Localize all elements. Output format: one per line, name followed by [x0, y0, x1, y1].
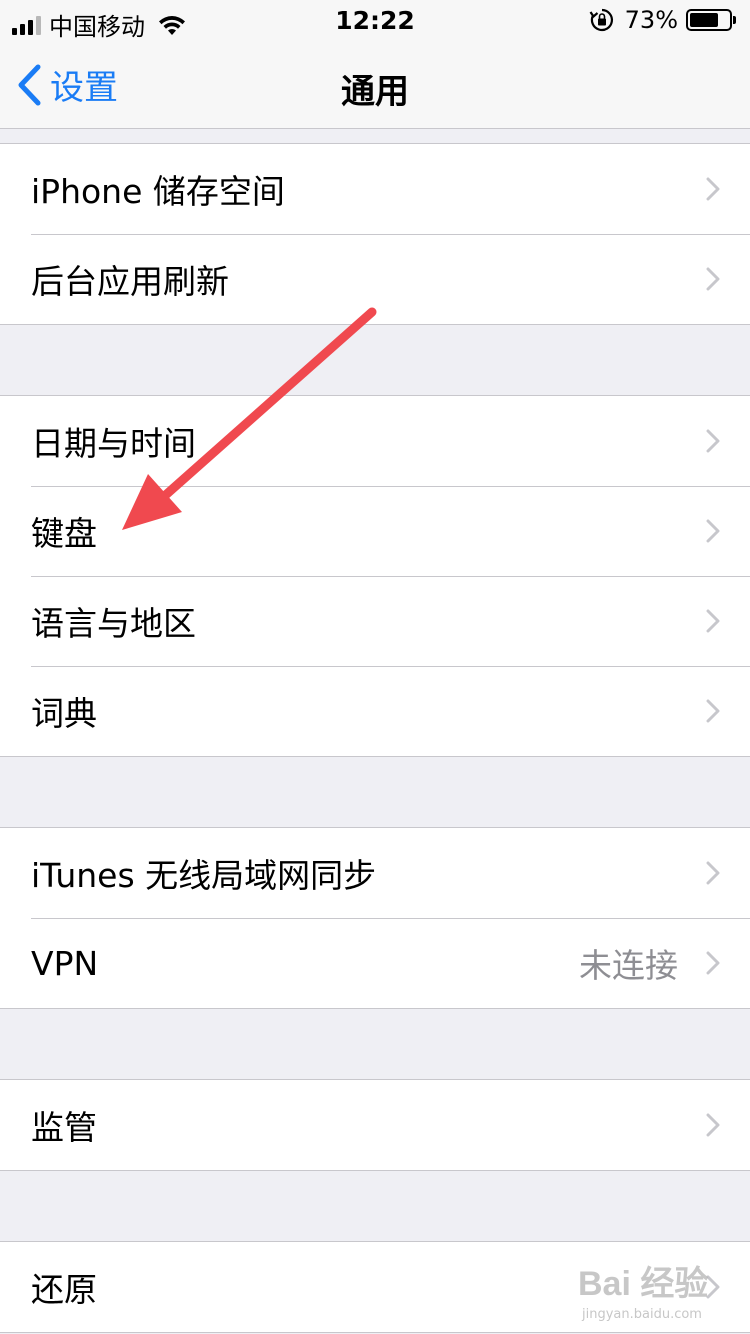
row-label: iTunes 无线局域网同步: [31, 856, 377, 895]
row-label: 词典: [31, 694, 97, 733]
settings-section-network: iTunes 无线局域网同步 VPN 未连接: [0, 827, 750, 1009]
row-background-app-refresh[interactable]: 后台应用刷新: [0, 234, 750, 324]
row-dictionary[interactable]: 词典: [0, 666, 750, 756]
battery-percent: 73%: [624, 6, 678, 34]
settings-list: iPhone 储存空间 后台应用刷新 日期与时间 键盘 语言与地区 词典 iTu…: [0, 129, 750, 1333]
row-language-region[interactable]: 语言与地区: [0, 576, 750, 666]
chevron-right-icon: [706, 429, 720, 453]
chevron-right-icon: [706, 951, 720, 975]
chevron-right-icon: [706, 519, 720, 543]
settings-section-storage: iPhone 储存空间 后台应用刷新: [0, 143, 750, 325]
row-label: 还原: [31, 1270, 97, 1309]
navigation-bar: 设置 通用: [0, 40, 750, 129]
row-date-time[interactable]: 日期与时间: [0, 396, 750, 486]
battery-level-fill: [690, 13, 718, 27]
row-supervision[interactable]: 监管: [0, 1080, 750, 1170]
watermark-url: jingyan.baidu.com: [582, 1307, 702, 1322]
status-bar: 中国移动 12:22 73%: [0, 0, 750, 41]
row-label: 键盘: [31, 514, 97, 553]
chevron-right-icon: [706, 267, 720, 291]
row-keyboard[interactable]: 键盘: [0, 486, 750, 576]
row-label: VPN: [31, 943, 99, 983]
vpn-status-value: 未连接: [579, 946, 678, 985]
settings-section-supervision: 监管: [0, 1079, 750, 1171]
chevron-right-icon: [706, 609, 720, 633]
page-title: 通用: [341, 72, 409, 112]
battery-icon: [686, 9, 736, 31]
row-label: 语言与地区: [31, 604, 196, 643]
row-iphone-storage[interactable]: iPhone 储存空间: [0, 144, 750, 234]
chevron-right-icon: [706, 177, 720, 201]
row-label: 后台应用刷新: [31, 262, 229, 301]
settings-section-locale: 日期与时间 键盘 语言与地区 词典: [0, 395, 750, 757]
row-vpn[interactable]: VPN 未连接: [0, 918, 750, 1008]
chevron-right-icon: [706, 1113, 720, 1137]
chevron-right-icon: [706, 861, 720, 885]
rotation-lock-icon: [589, 8, 613, 32]
row-label: 日期与时间: [31, 424, 196, 463]
watermark-logo: Bai 经验: [578, 1265, 709, 1303]
row-label: iPhone 储存空间: [31, 172, 285, 211]
row-label: 监管: [31, 1108, 97, 1147]
row-itunes-wifi-sync[interactable]: iTunes 无线局域网同步: [0, 828, 750, 918]
chevron-right-icon: [706, 699, 720, 723]
status-right: 73%: [589, 6, 736, 34]
baidu-watermark: Bai 经验 jingyan.baidu.com: [578, 1256, 738, 1322]
